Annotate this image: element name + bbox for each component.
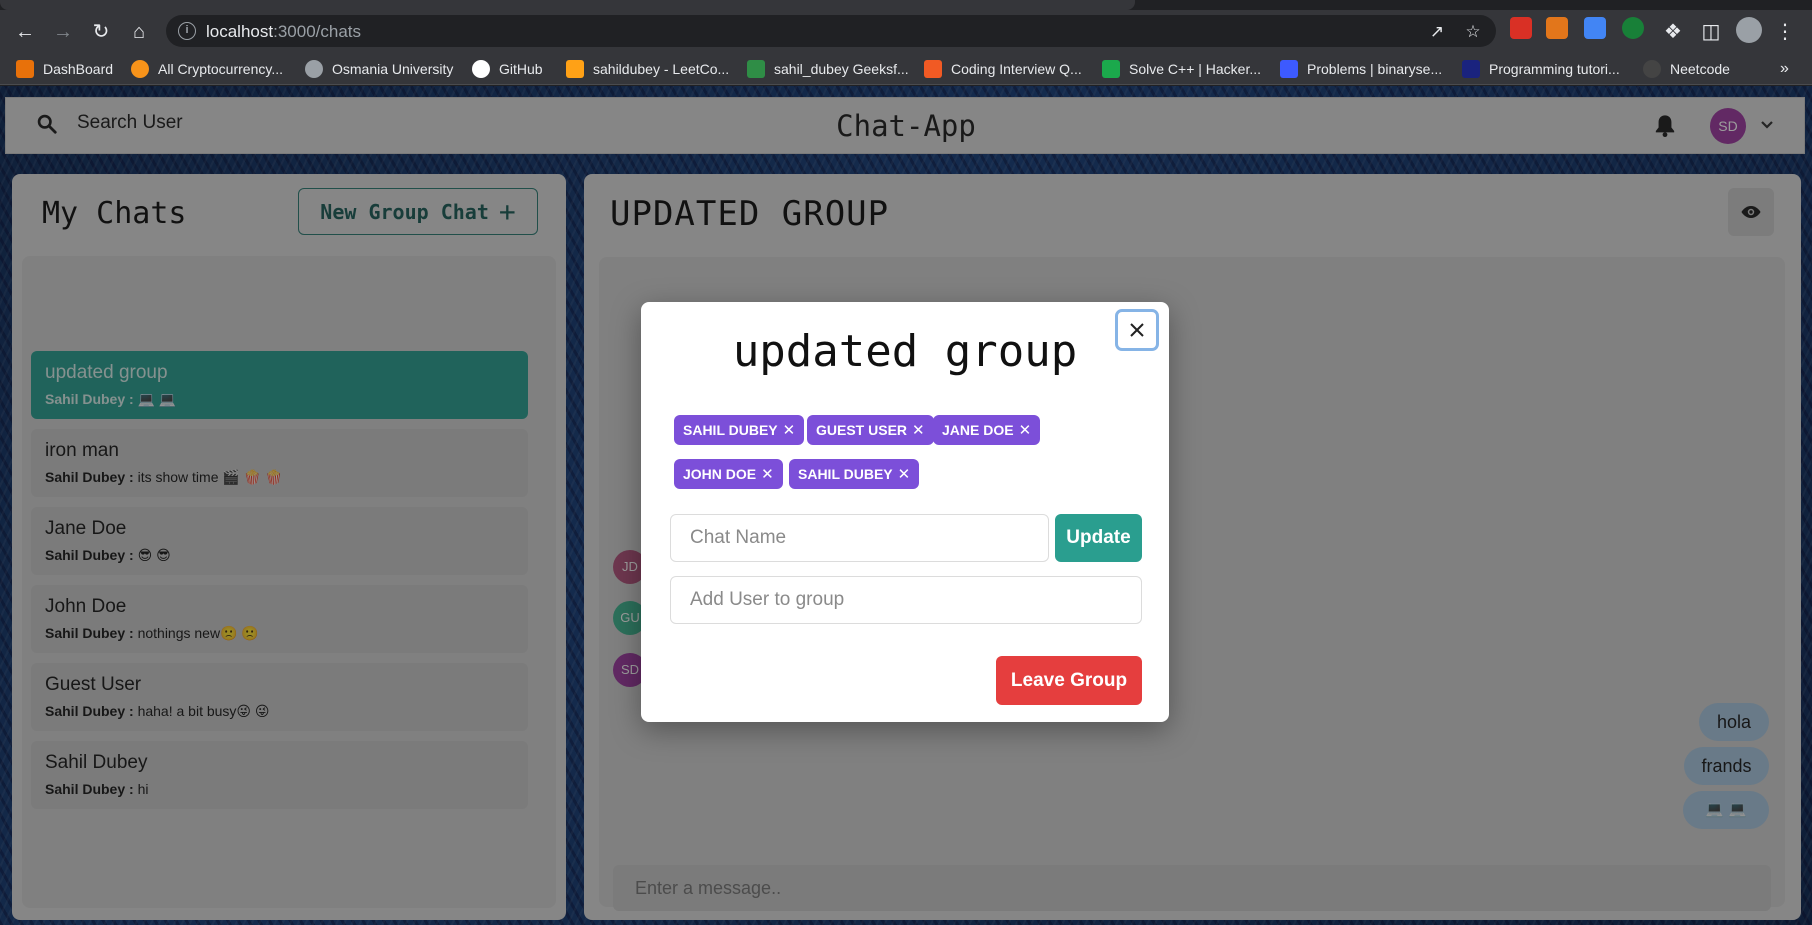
extension-icon-4[interactable]	[1622, 17, 1644, 39]
add-user-input[interactable]	[670, 576, 1142, 624]
bookmark-dashboard[interactable]: DashBoard	[16, 59, 113, 79]
metamask-icon[interactable]	[1546, 17, 1568, 39]
forward-icon[interactable]: →	[50, 19, 76, 45]
bookmarks-overflow[interactable]: »	[1780, 59, 1789, 79]
bookmark-favicon-icon	[1280, 60, 1298, 78]
member-tag[interactable]: JOHN DOE ✕	[674, 459, 783, 489]
bookmark-favicon-icon	[16, 60, 34, 78]
remove-member-icon[interactable]: ✕	[761, 465, 774, 483]
member-tag[interactable]: SAHIL DUBEY ✕	[789, 459, 920, 489]
bookmark-osmania[interactable]: Osmania University	[305, 59, 453, 79]
member-tag-label: GUEST USER	[816, 422, 908, 438]
extension-icon-1[interactable]	[1510, 17, 1532, 39]
back-icon[interactable]: ←	[12, 19, 38, 45]
bookmark-favicon-icon	[305, 60, 323, 78]
bookmark-binarysearch[interactable]: Problems | binaryse...	[1280, 59, 1442, 79]
bookmark-favicon-icon	[566, 60, 584, 78]
bookmark-geeksforgeeks[interactable]: sahil_dubey Geeksf...	[747, 59, 909, 79]
home-icon[interactable]: ⌂	[126, 19, 152, 45]
close-modal-button[interactable]	[1115, 309, 1159, 351]
member-tag[interactable]: JANE DOE ✕	[933, 415, 1041, 445]
extension-icon-3[interactable]	[1584, 17, 1606, 39]
modal-title: updated group	[732, 326, 1078, 377]
side-panel-icon[interactable]: ◫	[1698, 19, 1724, 45]
close-icon	[1130, 323, 1144, 337]
group-settings-modal: updated group SAHIL DUBEY ✕ GUEST USER ✕ J…	[641, 302, 1169, 722]
bookmark-favicon-icon	[1102, 60, 1120, 78]
member-tag[interactable]: SAHIL DUBEY ✕	[674, 415, 805, 445]
kebab-menu-icon[interactable]: ⋮	[1772, 19, 1798, 45]
reload-icon[interactable]: ↻	[88, 19, 114, 45]
update-button[interactable]: Update	[1055, 514, 1142, 562]
bookmark-crypto[interactable]: All Cryptocurrency...	[131, 59, 283, 79]
member-tag[interactable]: GUEST USER ✕	[807, 415, 934, 445]
bookmark-favicon-icon	[472, 60, 490, 78]
member-tag-label: SAHIL DUBEY	[683, 422, 778, 438]
browser-toolbar: ← → ↻ ⌂ i localhost:3000/chats ↗ ☆ ❖ ◫ ⋮	[0, 10, 1812, 53]
bookmark-favicon-icon	[747, 60, 765, 78]
remove-member-icon[interactable]: ✕	[912, 421, 925, 439]
member-tag-label: JANE DOE	[942, 422, 1014, 438]
bookmark-favicon-icon	[1462, 60, 1480, 78]
remove-member-icon[interactable]: ✕	[783, 421, 796, 439]
bookmark-leetcode[interactable]: sahildubey - LeetCo...	[566, 59, 729, 79]
bookmark-favicon-icon	[924, 60, 942, 78]
profile-avatar-icon[interactable]	[1736, 17, 1762, 43]
leave-group-button[interactable]: Leave Group	[996, 656, 1142, 705]
site-info-icon[interactable]: i	[178, 22, 196, 40]
tab-strip	[0, 0, 1812, 10]
bookmark-star-icon[interactable]: ☆	[1462, 21, 1484, 43]
bookmark-hackerrank[interactable]: Solve C++ | Hacker...	[1102, 59, 1261, 79]
bookmark-favicon-icon	[131, 60, 149, 78]
bookmark-programming[interactable]: Programming tutori...	[1462, 59, 1620, 79]
bookmark-github[interactable]: GitHub	[472, 59, 543, 79]
extensions-puzzle-icon[interactable]: ❖	[1660, 19, 1686, 45]
bookmarks-bar: DashBoard All Cryptocurrency... Osmania …	[0, 53, 1812, 85]
member-tag-label: JOHN DOE	[683, 466, 757, 482]
bookmark-coding-interview[interactable]: Coding Interview Q...	[924, 59, 1082, 79]
remove-member-icon[interactable]: ✕	[898, 465, 911, 483]
remove-member-icon[interactable]: ✕	[1019, 421, 1032, 439]
bookmark-favicon-icon	[1643, 60, 1661, 78]
chat-name-input[interactable]	[670, 514, 1049, 562]
member-tag-label: SAHIL DUBEY	[798, 466, 893, 482]
share-icon[interactable]: ↗	[1426, 21, 1448, 43]
active-tab[interactable]	[0, 0, 1135, 10]
address-bar[interactable]: i localhost:3000/chats ↗ ☆	[166, 15, 1496, 47]
url-text[interactable]: localhost:3000/chats	[206, 22, 361, 42]
bookmark-neetcode[interactable]: Neetcode	[1643, 59, 1730, 79]
